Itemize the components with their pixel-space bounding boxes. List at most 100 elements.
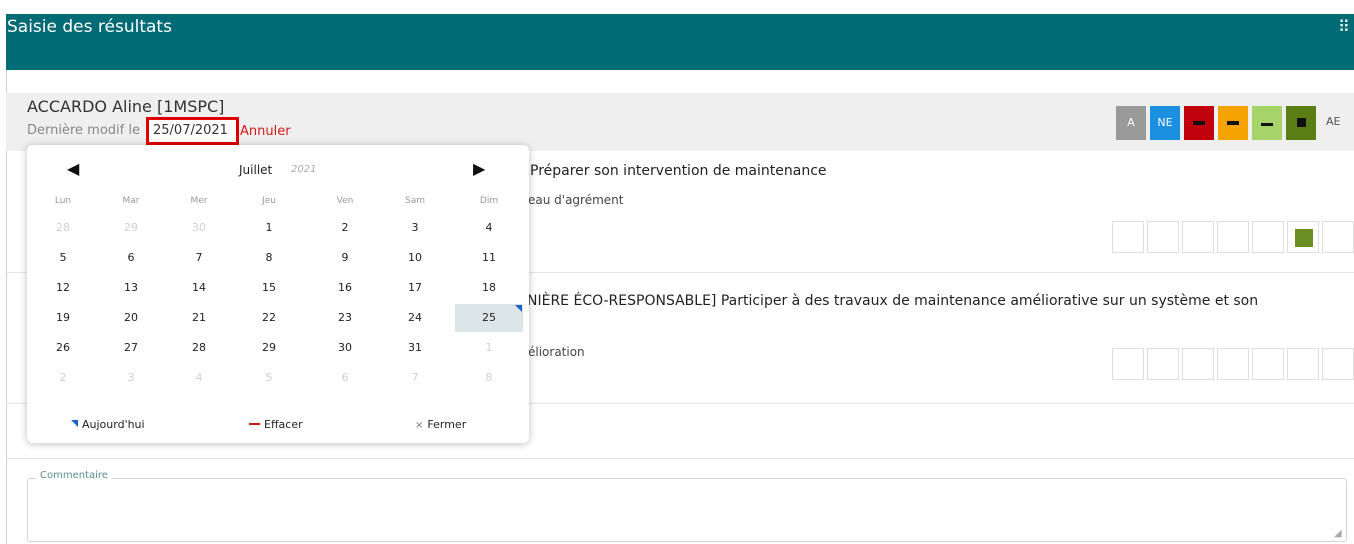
calendar-day[interactable]: 7 <box>165 244 233 272</box>
score-cell[interactable] <box>1287 348 1319 380</box>
legend-level-a[interactable]: A <box>1116 106 1146 140</box>
last-modified-date[interactable]: 25/07/2021 <box>153 123 228 138</box>
calendar-day[interactable]: 5 <box>29 244 97 272</box>
prev-month-icon[interactable]: ◀ <box>67 159 79 178</box>
calendar-day[interactable]: 4 <box>165 364 233 392</box>
calendar-day[interactable]: 22 <box>235 304 303 332</box>
day-number: 7 <box>195 251 203 264</box>
day-number: 15 <box>262 281 276 294</box>
calendar-day[interactable]: 23 <box>311 304 379 332</box>
score-cell[interactable] <box>1147 221 1179 253</box>
resize-grip-icon[interactable]: ◢ <box>1334 528 1342 539</box>
calendar-day[interactable]: 3 <box>97 364 165 392</box>
calendar-day-today[interactable]: 25 <box>455 304 523 332</box>
objective-subtitle: eau d'agrément <box>528 193 624 207</box>
calendar-day[interactable]: 2 <box>29 364 97 392</box>
day-number: 3 <box>127 371 135 384</box>
day-number: 1 <box>485 341 493 354</box>
calendar-day[interactable]: 27 <box>97 334 165 362</box>
day-number: 6 <box>341 371 349 384</box>
calendar-day[interactable]: 18 <box>455 274 523 302</box>
next-month-icon[interactable]: ▶ <box>473 159 485 178</box>
legend-level-2[interactable] <box>1218 106 1248 140</box>
day-number: 2 <box>59 371 67 384</box>
legend-level-1[interactable] <box>1184 106 1214 140</box>
score-cell-selected[interactable] <box>1287 221 1319 253</box>
score-cell[interactable] <box>1217 221 1249 253</box>
day-number: 4 <box>485 221 493 234</box>
calendar-day[interactable]: 19 <box>29 304 97 332</box>
calendar-day[interactable]: 14 <box>165 274 233 302</box>
calendar-day[interactable]: 13 <box>97 274 165 302</box>
calendar-day[interactable]: 26 <box>29 334 97 362</box>
weekday-label: Sam <box>405 196 425 206</box>
close-label: Fermer <box>427 418 467 431</box>
calendar-day[interactable]: 3 <box>381 214 449 242</box>
calendar-day[interactable]: 12 <box>29 274 97 302</box>
close-icon: × <box>415 420 424 431</box>
calendar-day[interactable]: 7 <box>381 364 449 392</box>
calendar-day[interactable]: 28 <box>29 214 97 242</box>
weekday-label: Jeu <box>262 196 276 206</box>
day-number: 23 <box>338 311 352 324</box>
today-button[interactable]: Aujourd'hui <box>71 418 145 431</box>
legend-level-3[interactable] <box>1252 106 1282 140</box>
calendar-day[interactable]: 20 <box>97 304 165 332</box>
calendar-day[interactable]: 4 <box>455 214 523 242</box>
bar-icon <box>1227 121 1239 125</box>
calendar-day[interactable]: 24 <box>381 304 449 332</box>
weekday-label: Ven <box>336 196 354 206</box>
score-cell[interactable] <box>1217 348 1249 380</box>
calendar-day[interactable]: 8 <box>455 364 523 392</box>
comment-textarea[interactable] <box>27 478 1347 542</box>
day-number: 8 <box>485 371 493 384</box>
calendar-day[interactable]: 11 <box>455 244 523 272</box>
calendar-day[interactable]: 5 <box>235 364 303 392</box>
calendar-day[interactable]: 30 <box>311 334 379 362</box>
calendar-day[interactable]: 30 <box>165 214 233 242</box>
fullscreen-icon[interactable]: ⠿ <box>1338 16 1352 38</box>
today-marker-icon <box>515 305 522 312</box>
legend-ae-label: AE <box>1326 115 1341 128</box>
calendar-day[interactable]: 6 <box>311 364 379 392</box>
score-cell[interactable] <box>1182 348 1214 380</box>
score-cell[interactable] <box>1322 221 1354 253</box>
calendar-day[interactable]: 21 <box>165 304 233 332</box>
score-cell[interactable] <box>1252 348 1284 380</box>
calendar-day[interactable]: 28 <box>165 334 233 362</box>
score-cell[interactable] <box>1112 221 1144 253</box>
day-number: 2 <box>341 221 349 234</box>
score-cell[interactable] <box>1252 221 1284 253</box>
legend-label: A <box>1127 116 1135 129</box>
datepicker-year[interactable]: 2021 <box>291 164 316 175</box>
calendar-day[interactable]: 1 <box>455 334 523 362</box>
clear-dash-icon <box>249 423 260 425</box>
calendar-day[interactable]: 17 <box>381 274 449 302</box>
calendar-day[interactable]: 15 <box>235 274 303 302</box>
calendar-day[interactable]: 10 <box>381 244 449 272</box>
legend-level-ne[interactable]: NE <box>1150 106 1180 140</box>
legend-level-4[interactable] <box>1286 106 1316 140</box>
close-button[interactable]: × Fermer <box>415 418 466 431</box>
cancel-link[interactable]: Annuler <box>240 124 291 139</box>
page: Saisie des résultats ⠿ ACCARDO Aline [1M… <box>0 0 1354 544</box>
calendar-day[interactable]: 29 <box>97 214 165 242</box>
day-number: 13 <box>124 281 138 294</box>
calendar-day[interactable]: 1 <box>235 214 303 242</box>
score-cell[interactable] <box>1147 348 1179 380</box>
calendar-day[interactable]: 29 <box>235 334 303 362</box>
calendar-day[interactable]: 9 <box>311 244 379 272</box>
day-number: 17 <box>408 281 422 294</box>
day-number: 14 <box>192 281 206 294</box>
score-cell[interactable] <box>1112 348 1144 380</box>
calendar-day[interactable]: 16 <box>311 274 379 302</box>
score-cell[interactable] <box>1322 348 1354 380</box>
score-cell[interactable] <box>1182 221 1214 253</box>
calendar-day[interactable]: 2 <box>311 214 379 242</box>
clear-button[interactable]: Effacer <box>249 418 303 431</box>
calendar-day[interactable]: 31 <box>381 334 449 362</box>
calendar-day[interactable]: 8 <box>235 244 303 272</box>
calendar-day[interactable]: 6 <box>97 244 165 272</box>
datepicker-month[interactable]: Juillet <box>239 163 272 177</box>
clear-label: Effacer <box>264 418 303 431</box>
